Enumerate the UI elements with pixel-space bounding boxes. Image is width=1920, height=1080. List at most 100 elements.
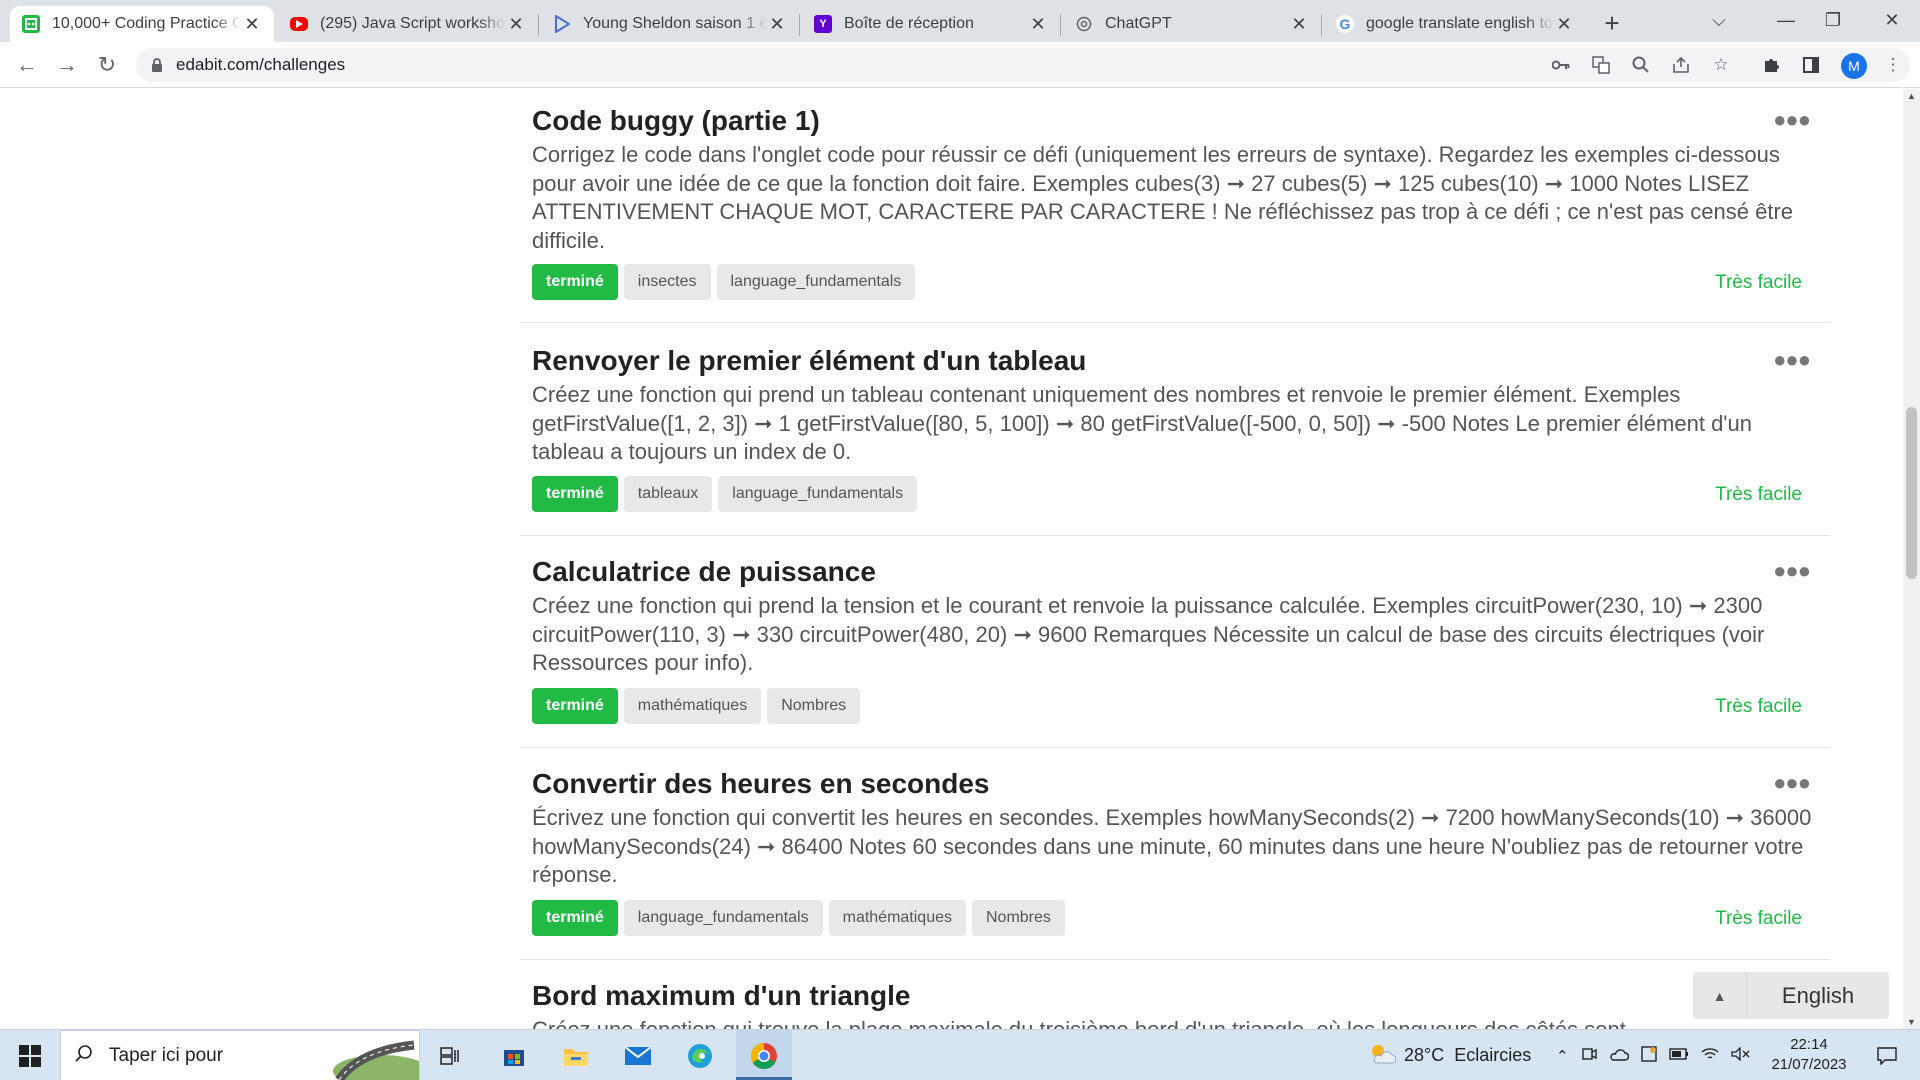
zoom-icon[interactable] [1628,52,1654,78]
more-options-icon[interactable]: ●●● [1773,107,1811,133]
volume-muted-icon[interactable] [1730,1045,1751,1065]
new-tab-button[interactable]: + [1598,8,1626,39]
close-tab-icon[interactable]: ✕ [1554,14,1574,35]
tab-edabit[interactable]: 10,000+ Coding Practice Ch ✕ [10,6,274,42]
challenge-card[interactable]: Code buggy (partie 1) ●●● Corrigez le co… [520,89,1830,323]
battery-icon[interactable] [1668,1047,1689,1064]
notifications-icon[interactable] [1862,1030,1912,1080]
challenge-card[interactable]: Bord maximum d'un triangle Créez une fon… [520,960,1830,1029]
google-icon: G [1336,15,1354,33]
tag[interactable]: language_fundamentals [718,476,918,512]
more-options-icon[interactable]: ●●● [1773,770,1811,796]
bookmark-star-icon[interactable]: ☆ [1708,52,1734,78]
security-alert-icon[interactable] [1640,1045,1657,1066]
challenge-title[interactable]: Calculatrice de puissance [532,556,876,588]
windows-taskbar: Taper ici pour 28°C Eclaircies ⌃ 22:14 2… [0,1029,1920,1080]
close-window-icon[interactable]: ✕ [1872,4,1912,36]
yahoo-mail-icon: Y [814,15,832,33]
close-tab-icon[interactable]: ✕ [506,14,526,35]
edge-icon[interactable] [674,1030,726,1080]
tab-chatgpt[interactable]: ChatGPT ✕ [1063,6,1321,42]
wifi-icon[interactable] [1701,1047,1719,1065]
tag[interactable]: Nombres [972,900,1065,936]
weather-widget[interactable]: 28°C Eclaircies [1368,1030,1531,1080]
side-panel-icon[interactable] [1798,52,1824,78]
close-tab-icon[interactable]: ✕ [1028,14,1048,35]
more-options-icon[interactable]: ●●● [1773,347,1811,373]
challenge-description: Créez une fonction qui prend la tension … [532,593,1765,675]
profile-avatar[interactable]: M [1841,53,1867,79]
tab-google-translate[interactable]: G google translate english to ✕ [1324,6,1586,42]
lock-icon[interactable] [150,58,164,72]
tag[interactable]: mathématiques [828,900,966,936]
challenge-description: Écrivez une fonction qui convertit les h… [532,805,1812,887]
caret-up-icon[interactable]: ▲ [1693,972,1747,1019]
share-icon[interactable] [1668,52,1694,78]
store-icon[interactable] [488,1030,540,1080]
edabit-icon [22,15,40,33]
weather-temperature: 28°C [1404,1045,1445,1065]
reload-button[interactable]: ↻ [92,50,122,80]
chevron-up-icon[interactable]: ⌃ [1556,1047,1569,1065]
tag[interactable]: language_fundamentals [623,900,823,936]
close-tab-icon[interactable]: ✕ [767,14,787,35]
tab-title: ChatGPT [1105,15,1172,32]
tag[interactable]: language_fundamentals [716,264,916,300]
tag[interactable]: mathématiques [623,688,762,724]
tab-youtube[interactable]: (295) Java Script workshop ✕ [278,6,538,42]
challenge-card[interactable]: Calculatrice de puissance ●●● Créez une … [520,536,1830,748]
file-explorer-icon[interactable] [550,1030,602,1080]
tag-list: terminé insectes language_fundamentals [532,264,916,300]
translate-icon[interactable] [1588,52,1614,78]
key-icon[interactable] [1548,52,1574,78]
back-button[interactable]: ← [12,50,42,80]
language-selector[interactable]: ▲ English [1693,972,1889,1019]
restore-icon[interactable]: ❐ [1813,4,1853,36]
challenge-card[interactable]: Renvoyer le premier élément d'un tableau… [520,323,1830,536]
scroll-down-arrow-icon[interactable]: ▼ [1903,1017,1920,1027]
scrollbar-thumb[interactable] [1906,407,1917,579]
challenge-title[interactable]: Bord maximum d'un triangle [532,980,910,1012]
windows-start-icon[interactable] [0,1030,60,1080]
challenge-title[interactable]: Renvoyer le premier élément d'un tableau [532,345,1086,377]
tag[interactable]: insectes [623,264,711,300]
tab-title: (295) Java Script workshop [320,15,506,32]
mail-icon[interactable] [612,1030,664,1080]
status-badge: terminé [532,688,618,724]
tag[interactable]: Nombres [767,688,861,724]
task-view-icon[interactable] [424,1030,476,1080]
taskbar-clock[interactable]: 22:14 21/07/2023 [1766,1035,1852,1075]
scroll-up-arrow-icon[interactable]: ▲ [1903,91,1920,101]
tab-title: 10,000+ Coding Practice Ch [52,15,242,32]
chrome-icon[interactable] [736,1030,792,1080]
chatgpt-icon [1075,15,1093,33]
page-scrollbar[interactable]: ▲ ▼ [1903,89,1920,1029]
search-highlight-image [319,1031,429,1080]
challenge-description: Créez une fonction qui trouve la plage m… [532,1016,1822,1029]
tab-search-chevron-icon[interactable]: ⌵ [1699,4,1739,36]
meet-now-icon[interactable] [1581,1046,1597,1066]
forward-button[interactable]: → [52,50,82,80]
close-tab-icon[interactable]: ✕ [242,14,262,35]
menu-dots-icon[interactable]: ⋮ [1880,52,1906,78]
challenge-description: Créez une fonction qui prend un tableau … [532,382,1752,464]
challenge-title[interactable]: Code buggy (partie 1) [532,105,820,137]
status-badge: terminé [532,900,618,936]
tag[interactable]: tableaux [623,476,713,512]
taskbar-search[interactable]: Taper ici pour [60,1030,429,1080]
tab-title: Young Sheldon saison 1 épi [583,15,767,32]
play-icon [553,15,571,33]
close-tab-icon[interactable]: ✕ [1289,14,1309,35]
challenge-card[interactable]: Convertir des heures en secondes ●●● Écr… [520,748,1830,960]
minimize-icon[interactable]: — [1766,4,1806,36]
more-options-icon[interactable]: ●●● [1773,558,1811,584]
extensions-icon[interactable] [1758,52,1784,78]
onedrive-cloud-icon[interactable] [1609,1047,1629,1065]
tab-yahoo-mail[interactable]: Y Boîte de réception ✕ [802,6,1060,42]
challenge-title[interactable]: Convertir des heures en secondes [532,768,990,800]
tab-strip: 10,000+ Coding Practice Ch ✕ (295) Java … [0,0,1920,42]
weather-partly-sunny-icon [1368,1041,1397,1070]
tag-list: terminé mathématiques Nombres [532,688,861,724]
weather-condition: Eclaircies [1454,1045,1532,1065]
tab-young-sheldon[interactable]: Young Sheldon saison 1 épi ✕ [541,6,799,42]
